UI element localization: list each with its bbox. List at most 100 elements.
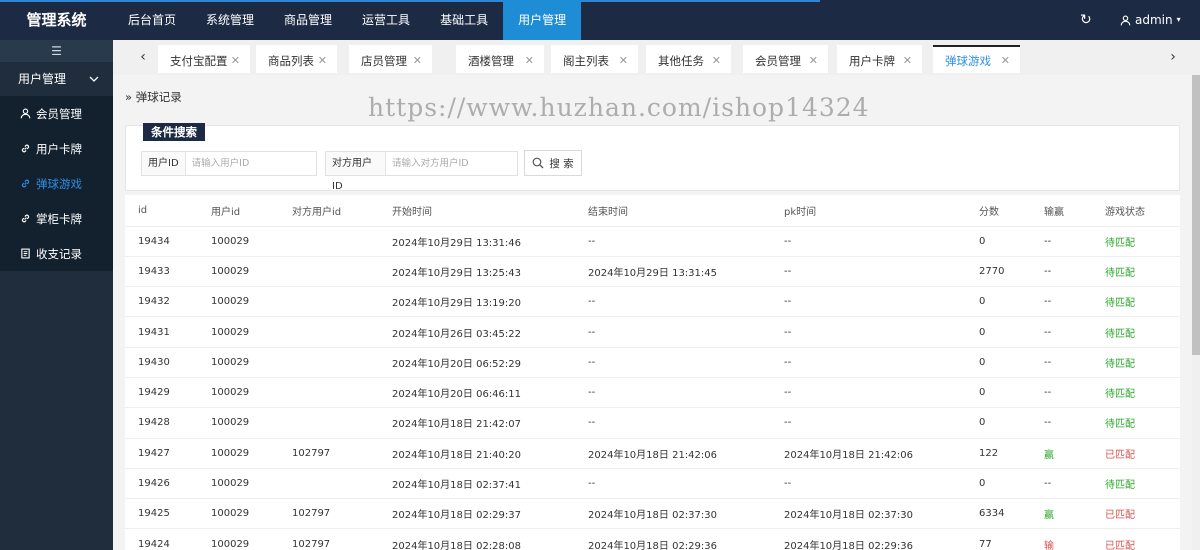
close-icon[interactable]: ✕	[413, 47, 422, 75]
cell-start-time: 2024年10月29日 13:31:46	[379, 226, 575, 257]
tab-pinball-game[interactable]: 弹球游戏 ✕	[933, 45, 1020, 73]
opponent-id-label: 对方用户ID	[326, 152, 386, 192]
close-icon[interactable]: ✕	[231, 47, 240, 75]
cell-opponent-id: 102797	[279, 498, 379, 530]
cell-score: 2770	[966, 256, 1031, 288]
scrollbar-thumb[interactable]	[1192, 75, 1200, 355]
page-tabs: ‹ 支付宝配置 ✕ 商品列表 ✕ 店员管理 ✕ 酒楼管理 ✕ 阁主列表 ✕ 其他任务 ✕ 会…	[113, 40, 1200, 75]
tab-staff-management[interactable]: 店员管理 ✕	[349, 45, 432, 73]
tab-member-management[interactable]: 会员管理 ✕	[743, 45, 828, 73]
close-icon[interactable]: ✕	[619, 47, 628, 75]
table-row[interactable]: 19434 100029 2024年10月29日 13:31:46 -- -- 0 -- 待匹…	[125, 226, 1180, 257]
tab-restaurant-management[interactable]: 酒楼管理 ✕	[456, 45, 544, 73]
cell-start-time: 2024年10月18日 21:42:07	[379, 407, 575, 439]
search-button[interactable]: 搜 索	[524, 150, 582, 176]
cell-end-time: --	[575, 286, 771, 318]
top-nav-goods[interactable]: 商品管理	[269, 0, 347, 40]
tab-other-tasks[interactable]: 其他任务 ✕	[646, 45, 731, 73]
column-header[interactable]: id	[125, 195, 198, 227]
breadcrumb: » 弹球记录	[125, 89, 182, 105]
cell-user-id: 100029	[198, 286, 279, 318]
close-icon[interactable]: ✕	[903, 47, 912, 75]
breadcrumb-label: 弹球记录	[135, 90, 182, 104]
breadcrumb-arrow-icon: »	[125, 90, 133, 104]
table-row[interactable]: 19433 100029 2024年10月29日 13:25:43 2024年10月2…	[125, 256, 1180, 288]
cell-score: 0	[966, 407, 1031, 439]
table-row[interactable]: 19432 100029 2024年10月29日 13:19:20 -- -- 0 -- 待匹…	[125, 286, 1180, 318]
cell-end-time: --	[575, 407, 771, 439]
sidebar-item-shopkeeper-cards[interactable]: 掌柜卡牌	[0, 201, 113, 236]
cell-id: 19429	[125, 377, 198, 409]
cell-start-time: 2024年10月20日 06:46:11	[379, 377, 575, 409]
table-row[interactable]: 19424 100029 102797 2024年10月18日 02:28:08 202…	[125, 528, 1180, 550]
top-nav-basic-tools[interactable]: 基础工具	[425, 0, 503, 40]
cell-opponent-id	[279, 377, 379, 409]
table-row[interactable]: 19425 100029 102797 2024年10月18日 02:29:37 202…	[125, 498, 1180, 530]
cell-status: 待匹配	[1092, 316, 1180, 348]
sidebar-item-members[interactable]: 会员管理	[0, 96, 113, 131]
column-header[interactable]: 开始时间	[379, 195, 575, 227]
table-row[interactable]: 19431 100029 2024年10月26日 03:45:22 -- -- 0 -- 待匹…	[125, 316, 1180, 348]
page-scrollbar[interactable]	[1192, 75, 1200, 550]
sidebar-group-user-management[interactable]: 用户管理	[0, 62, 113, 96]
opponent-id-input[interactable]	[386, 152, 517, 175]
cell-start-time: 2024年10月18日 21:40:20	[379, 438, 575, 469]
watermark: https://www.huzhan.com/ishop14324	[368, 93, 870, 122]
tab-label: 店员管理	[361, 54, 407, 68]
user-menu[interactable]: admin ▾	[1120, 0, 1181, 40]
top-nav-user-management[interactable]: 用户管理	[503, 0, 582, 40]
tab-user-cards[interactable]: 用户卡牌 ✕	[837, 45, 922, 73]
cell-pk-time: --	[771, 286, 966, 318]
table-row[interactable]: 19426 100029 2024年10月18日 02:37:41 -- -- 0 -- 待匹…	[125, 468, 1180, 500]
sidebar: ☰ 用户管理 会员管理 用户卡牌 弹球游戏 掌柜卡牌 收支记录	[0, 40, 113, 550]
link-icon	[21, 144, 30, 153]
cell-start-time: 2024年10月20日 06:52:29	[379, 347, 575, 378]
top-nav-operation[interactable]: 运营工具	[347, 0, 425, 40]
sidebar-item-income-expense[interactable]: 收支记录	[0, 236, 113, 271]
cell-id: 19424	[125, 528, 198, 550]
close-icon[interactable]: ✕	[318, 47, 327, 75]
cell-result: 赢	[1031, 498, 1092, 530]
opponent-id-field: 对方用户ID	[325, 151, 518, 192]
cell-score: 0	[966, 347, 1031, 378]
cell-pk-time: --	[771, 377, 966, 409]
column-header[interactable]: 分数	[966, 195, 1031, 227]
user-name: admin	[1135, 13, 1173, 27]
top-nav-system[interactable]: 系统管理	[191, 0, 269, 40]
caret-down-icon: ▾	[1176, 15, 1181, 24]
cell-opponent-id: 102797	[279, 438, 379, 469]
table-row[interactable]: 19427 100029 102797 2024年10月18日 21:40:20 202…	[125, 438, 1180, 469]
top-nav-home[interactable]: 后台首页	[113, 0, 191, 40]
column-header[interactable]: 用户id	[198, 195, 279, 227]
close-icon[interactable]: ✕	[809, 47, 818, 75]
tab-goods-list[interactable]: 商品列表 ✕	[256, 45, 337, 73]
cell-end-time: --	[575, 316, 771, 348]
sidebar-item-user-cards[interactable]: 用户卡牌	[0, 131, 113, 166]
close-icon[interactable]: ✕	[525, 47, 534, 75]
menu-collapse-icon[interactable]: ☰	[0, 40, 113, 62]
cell-end-time: 2024年10月18日 21:42:06	[575, 438, 771, 469]
table-row[interactable]: 19430 100029 2024年10月20日 06:52:29 -- -- 0 -- 待匹…	[125, 347, 1180, 378]
tab-pavilion-owner-list[interactable]: 阁主列表 ✕	[551, 45, 638, 73]
close-icon[interactable]: ✕	[1001, 47, 1010, 75]
table-row[interactable]: 19429 100029 2024年10月20日 06:46:11 -- -- 0 -- 待匹…	[125, 377, 1180, 409]
cell-start-time: 2024年10月18日 02:37:41	[379, 468, 575, 500]
cell-id: 19431	[125, 316, 198, 348]
column-header[interactable]: 输赢	[1031, 195, 1092, 227]
sidebar-item-pinball-game[interactable]: 弹球游戏	[0, 166, 113, 201]
close-icon[interactable]: ✕	[712, 47, 721, 75]
tab-alipay-config[interactable]: 支付宝配置 ✕	[158, 45, 250, 73]
table-row[interactable]: 19428 100029 2024年10月18日 21:42:07 -- -- 0 -- 待匹…	[125, 407, 1180, 439]
column-header[interactable]: pk时间	[771, 195, 966, 227]
tabs-scroll-right-icon[interactable]: ›	[1159, 40, 1187, 75]
user-id-input[interactable]	[185, 152, 314, 175]
column-header[interactable]: 结束时间	[575, 195, 771, 227]
cell-start-time: 2024年10月29日 13:25:43	[379, 256, 575, 288]
cell-status: 待匹配	[1092, 347, 1180, 378]
tabs-scroll-left-icon[interactable]: ‹	[129, 40, 157, 75]
column-header[interactable]: 游戏状态	[1092, 195, 1180, 227]
cell-status: 待匹配	[1092, 286, 1180, 318]
cell-pk-time: 2024年10月18日 02:29:36	[771, 528, 966, 550]
refresh-icon[interactable]: ↻	[1080, 0, 1092, 40]
column-header[interactable]: 对方用户id	[279, 195, 379, 227]
